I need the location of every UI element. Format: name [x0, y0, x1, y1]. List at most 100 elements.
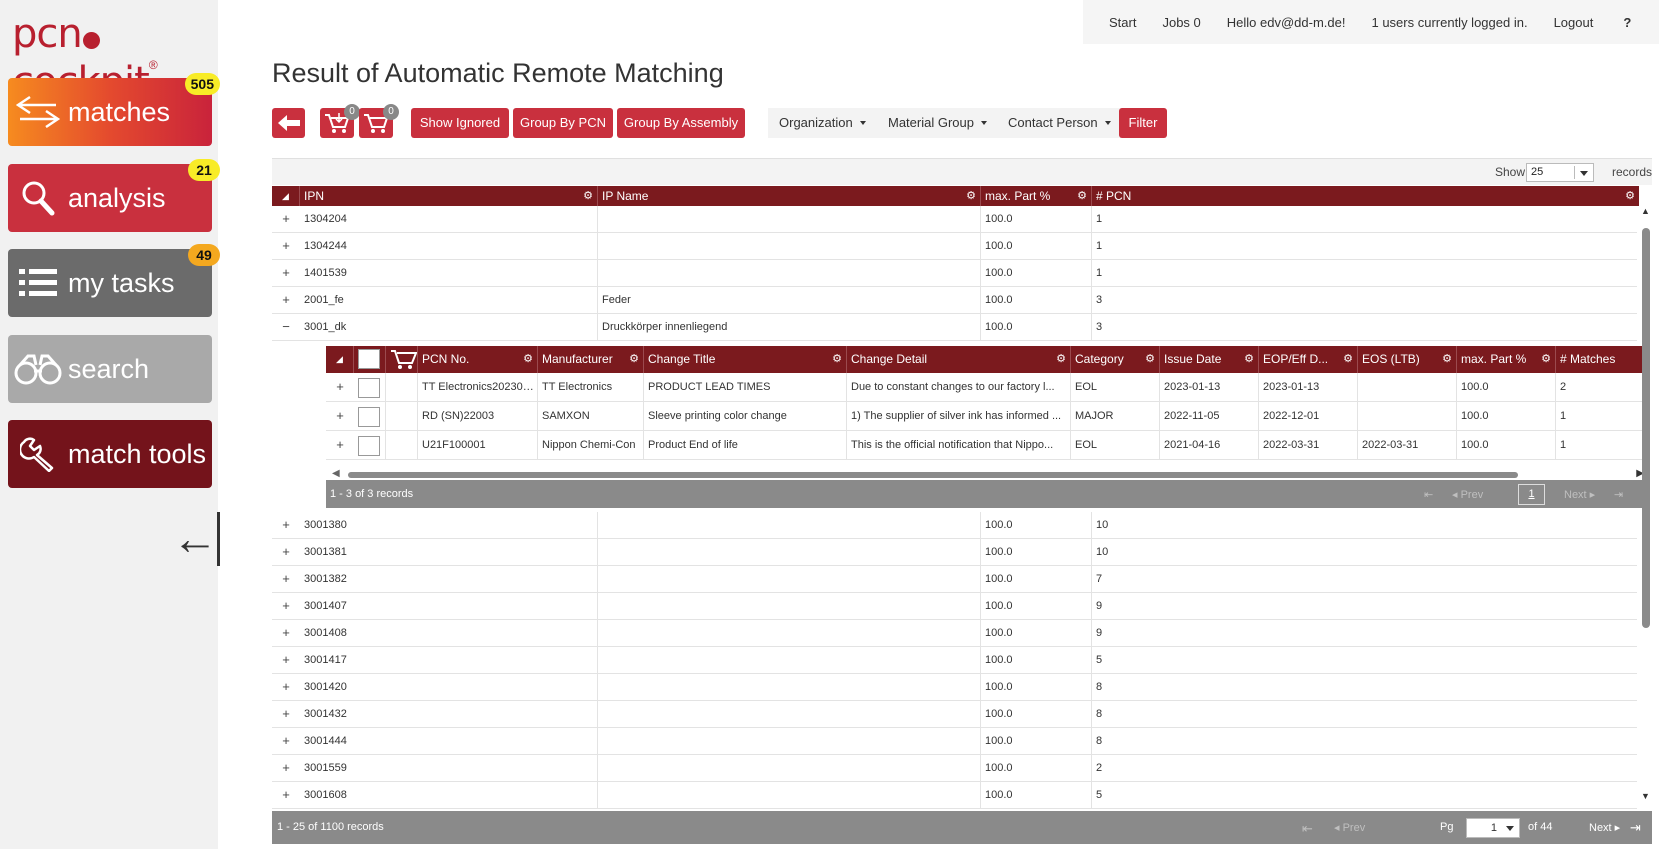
table-row[interactable]: +3001381 100.0 10 — [272, 539, 1637, 566]
sub-sort-corner-icon[interactable]: ◢ — [326, 346, 354, 373]
table-row[interactable]: +3001608 100.0 5 — [272, 782, 1637, 809]
col-header-pcn-count[interactable]: # PCN ⚙ — [1092, 186, 1639, 206]
gear-icon[interactable]: ⚙ — [1625, 186, 1635, 206]
expand-row-icon[interactable]: + — [326, 431, 354, 458]
gear-icon[interactable]: ⚙ — [583, 186, 593, 206]
table-row[interactable]: +3001444 100.0 8 — [272, 728, 1637, 755]
cart-column-icon[interactable] — [386, 346, 418, 373]
col-header-max-part[interactable]: max. Part % ⚙ — [981, 186, 1092, 206]
table-row[interactable]: +3001559 100.0 2 — [272, 755, 1637, 782]
expand-row-icon[interactable]: + — [272, 755, 300, 781]
table-row[interactable]: −3001_dk Druckkörper innenliegend 100.0 3 — [272, 314, 1637, 341]
scroll-thumb[interactable] — [1642, 228, 1650, 628]
expand-row-icon[interactable]: + — [272, 647, 300, 673]
col-header-ip-name[interactable]: IP Name ⚙ — [598, 186, 981, 206]
scroll-up-icon[interactable]: ▲ — [1641, 206, 1650, 216]
last-page-icon[interactable]: ⇥ — [1630, 820, 1641, 836]
collapse-sidebar-arrow-icon[interactable]: ← — [172, 510, 220, 566]
subgrid-row[interactable]: + U21F100001 Nippon Chemi-Con Product End o… — [326, 431, 1650, 460]
contact-person-dropdown[interactable]: Contact Person — [997, 108, 1122, 138]
sub-col-header-issue-date[interactable]: Issue Date ⚙ — [1160, 346, 1259, 373]
filter-button[interactable]: Filter — [1119, 108, 1167, 138]
help-icon[interactable]: ? — [1623, 15, 1631, 30]
grid-vertical-scrollbar[interactable]: ▲ ▼ — [1639, 206, 1651, 801]
scroll-thumb[interactable] — [348, 472, 1518, 478]
sub-page-number[interactable]: 1 — [1518, 484, 1545, 505]
sub-col-header-eop[interactable]: EOP/Eff D... ⚙ — [1259, 346, 1358, 373]
nav-tile-analysis[interactable]: analysis 21 — [8, 159, 220, 232]
nav-start-link[interactable]: Start — [1109, 15, 1136, 30]
expand-row-icon[interactable]: + — [272, 782, 300, 808]
nav-logout-link[interactable]: Logout — [1554, 15, 1594, 30]
select-all-checkbox[interactable] — [358, 349, 380, 369]
sub-col-header-eos[interactable]: EOS (LTB) ⚙ — [1358, 346, 1457, 373]
table-row[interactable]: +3001420 100.0 8 — [272, 674, 1637, 701]
expand-row-icon[interactable]: + — [272, 206, 300, 232]
sub-col-header-max-part[interactable]: max. Part % ⚙ — [1457, 346, 1556, 373]
subgrid-horizontal-scrollbar[interactable]: ◀ ▶ — [326, 468, 1650, 480]
nav-tile-search[interactable]: search — [8, 335, 212, 403]
table-row[interactable]: +1304204 100.0 1 — [272, 206, 1637, 233]
page-number-input[interactable]: 1 — [1466, 818, 1520, 838]
table-row[interactable]: +3001432 100.0 8 — [272, 701, 1637, 728]
expand-row-icon[interactable]: + — [272, 674, 300, 700]
expand-row-icon[interactable]: + — [272, 593, 300, 619]
table-row[interactable]: +3001382 100.0 7 — [272, 566, 1637, 593]
gear-icon[interactable]: ⚙ — [1145, 346, 1155, 373]
show-ignored-button[interactable]: Show Ignored — [411, 108, 509, 138]
sub-next-page-link[interactable]: Next ▸ — [1564, 488, 1595, 501]
expand-row-icon[interactable]: + — [326, 373, 354, 400]
first-page-icon[interactable]: ⇤ — [1302, 821, 1313, 837]
gear-icon[interactable]: ⚙ — [523, 346, 533, 373]
nav-users-logged-in[interactable]: 1 users currently logged in. — [1371, 15, 1527, 30]
nav-hello-user[interactable]: Hello edv@dd-m.de! — [1227, 15, 1346, 30]
gear-icon[interactable]: ⚙ — [1077, 186, 1087, 206]
nav-jobs-link[interactable]: Jobs 0 — [1162, 15, 1200, 30]
sub-prev-page-link[interactable]: ◂ Prev — [1452, 488, 1483, 501]
sub-col-header-change-title[interactable]: Change Title ⚙ — [644, 346, 847, 373]
prev-page-link[interactable]: ◂ Prev — [1334, 821, 1365, 834]
nav-tile-my-tasks[interactable]: my tasks 49 — [8, 244, 220, 317]
logo[interactable]: pcncockpit® — [12, 10, 218, 105]
table-row[interactable]: +3001380 100.0 10 — [272, 512, 1637, 539]
sub-last-page-icon[interactable]: ⇥ — [1614, 488, 1623, 501]
next-page-link[interactable]: Next ▸ — [1589, 821, 1620, 834]
expand-row-icon[interactable]: + — [272, 512, 300, 538]
expand-row-icon[interactable]: + — [272, 539, 300, 565]
material-group-dropdown[interactable]: Material Group — [877, 108, 998, 138]
sub-col-header-change-detail[interactable]: Change Detail ⚙ — [847, 346, 1071, 373]
sub-col-header-category[interactable]: Category ⚙ — [1071, 346, 1160, 373]
cart-add-button[interactable]: 0 — [320, 104, 360, 138]
subgrid-row[interactable]: + TT Electronics20230113 TT Electronics PRO… — [326, 373, 1650, 402]
table-row[interactable]: +2001_fe Feder 100.0 3 — [272, 287, 1637, 314]
table-row[interactable]: +3001417 100.0 5 — [272, 647, 1637, 674]
gear-icon[interactable]: ⚙ — [832, 346, 842, 373]
gear-icon[interactable]: ⚙ — [1442, 346, 1452, 373]
gear-icon[interactable]: ⚙ — [629, 346, 639, 373]
table-row[interactable]: +3001407 100.0 9 — [272, 593, 1637, 620]
expand-row-icon[interactable]: + — [272, 233, 300, 259]
scroll-left-icon[interactable]: ◀ — [332, 468, 340, 479]
page-size-select[interactable]: 25 — [1526, 163, 1594, 182]
group-by-pcn-button[interactable]: Group By PCN — [513, 108, 613, 138]
row-checkbox[interactable] — [358, 407, 380, 427]
group-by-assembly-button[interactable]: Group By Assembly — [617, 108, 745, 138]
expand-row-icon[interactable]: + — [326, 402, 354, 429]
expand-row-icon[interactable]: + — [272, 728, 300, 754]
table-row[interactable]: +1304244 100.0 1 — [272, 233, 1637, 260]
sort-corner-icon[interactable]: ◢ — [272, 186, 300, 206]
gear-icon[interactable]: ⚙ — [1541, 346, 1551, 373]
nav-tile-match-tools[interactable]: match tools — [8, 420, 212, 488]
scroll-down-icon[interactable]: ▼ — [1641, 791, 1650, 801]
row-checkbox[interactable] — [358, 436, 380, 456]
sub-first-page-icon[interactable]: ⇤ — [1424, 488, 1433, 501]
expand-row-icon[interactable]: + — [272, 287, 300, 313]
gear-icon[interactable]: ⚙ — [1056, 346, 1066, 373]
expand-row-icon[interactable]: + — [272, 620, 300, 646]
organization-dropdown[interactable]: Organization — [768, 108, 877, 138]
sub-col-header-pcn-no[interactable]: PCN No. ⚙ — [418, 346, 538, 373]
expand-row-icon[interactable]: + — [272, 701, 300, 727]
col-header-ipn[interactable]: IPN ⚙ — [300, 186, 598, 206]
expand-row-icon[interactable]: + — [272, 566, 300, 592]
expand-row-icon[interactable]: + — [272, 260, 300, 286]
